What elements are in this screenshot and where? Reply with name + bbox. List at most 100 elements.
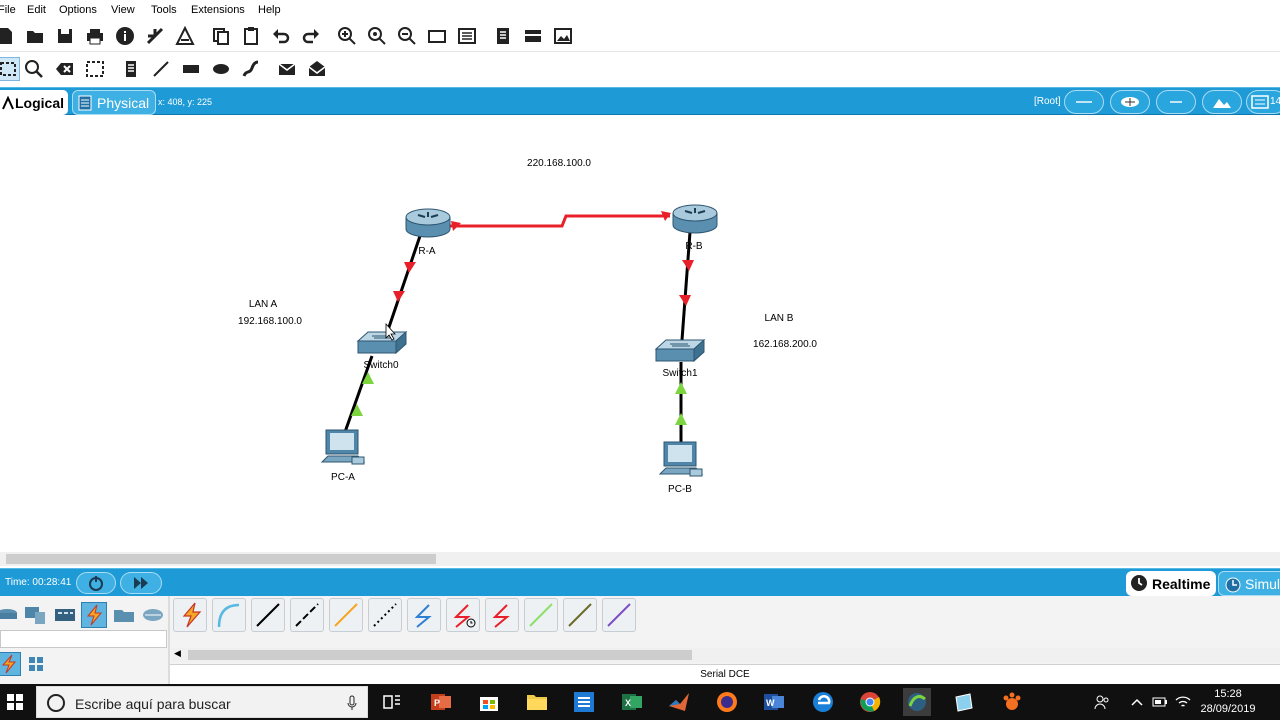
scroll-left-icon[interactable]: ◀ — [174, 648, 181, 659]
packet-tracer-icon[interactable] — [903, 688, 931, 716]
freeform-icon[interactable] — [239, 57, 263, 81]
zoom-reset-icon[interactable] — [365, 24, 389, 48]
notes-icon[interactable] — [491, 24, 515, 48]
custom-devices-icon[interactable] — [455, 24, 479, 48]
realtime-tab[interactable]: Realtime — [1126, 571, 1216, 596]
back-button[interactable] — [1064, 90, 1104, 114]
taskbar-search-input[interactable]: Escribe aquí para buscar — [36, 686, 368, 718]
miscellaneous-icon[interactable] — [111, 602, 137, 628]
menu-view[interactable]: View — [111, 4, 135, 16]
coaxial-cable-icon[interactable] — [407, 598, 441, 632]
palette-scrollbar-thumb[interactable] — [188, 650, 692, 660]
phone-cable-icon[interactable] — [368, 598, 402, 632]
powerpoint-icon[interactable]: P — [427, 688, 455, 716]
octal-cable-icon[interactable] — [524, 598, 558, 632]
connections-category-icon[interactable] — [81, 602, 107, 628]
menu-extensions[interactable]: Extensions — [191, 4, 245, 16]
fast-forward-button[interactable] — [120, 572, 162, 594]
resize-shape-icon[interactable] — [83, 57, 107, 81]
tab-physical[interactable]: Physical — [72, 90, 156, 115]
chrome-icon[interactable] — [856, 688, 884, 716]
new-file-icon[interactable] — [0, 24, 18, 48]
windows-app-icon[interactable] — [570, 688, 598, 716]
print-icon[interactable] — [83, 24, 107, 48]
redo-icon[interactable] — [299, 24, 323, 48]
taskbar-clock[interactable]: 15:28 28/09/2019 — [1196, 687, 1260, 717]
add-simple-pdu-icon[interactable] — [275, 57, 299, 81]
cluster-icon[interactable] — [1110, 90, 1150, 114]
draw-rectangle-icon[interactable] — [179, 57, 203, 81]
notepad-icon[interactable] — [950, 688, 978, 716]
copy-icon[interactable] — [209, 24, 233, 48]
word-icon[interactable]: W — [760, 688, 788, 716]
iot-custom-cable-icon[interactable] — [563, 598, 597, 632]
ipc-icon[interactable] — [521, 24, 545, 48]
zoom-out-icon[interactable] — [395, 24, 419, 48]
screenshot-icon[interactable] — [551, 24, 575, 48]
set-background-icon[interactable] — [1202, 90, 1242, 114]
tab-logical[interactable]: Logical — [0, 90, 68, 115]
automatic-connection-icon[interactable] — [173, 598, 207, 632]
undo-icon[interactable] — [269, 24, 293, 48]
logical-workspace[interactable]: 220.168.100.0 R-A R-B LAN A 192.168.100.… — [0, 116, 1280, 552]
battery-icon[interactable] — [1152, 694, 1168, 710]
paste-icon[interactable] — [239, 24, 263, 48]
delete-icon[interactable] — [53, 57, 77, 81]
task-view-icon[interactable] — [378, 688, 406, 716]
zoom-in-icon[interactable] — [335, 24, 359, 48]
multiuser-icon[interactable] — [140, 602, 166, 628]
root-breadcrumb[interactable]: [Root] — [1034, 96, 1061, 107]
tab-logical-label: Logical — [15, 94, 65, 111]
usb-cable-icon[interactable] — [602, 598, 636, 632]
copper-cross-over-icon[interactable] — [290, 598, 324, 632]
add-complex-pdu-icon[interactable] — [305, 57, 329, 81]
pc-a-label: PC-A — [331, 472, 355, 483]
palette-scrollbar[interactable]: ◀ — [172, 648, 1280, 662]
workspace-horizontal-scrollbar[interactable] — [0, 552, 1280, 566]
activity-wizard-icon[interactable] — [173, 24, 197, 48]
scrollbar-thumb[interactable] — [6, 554, 436, 564]
matlab-icon[interactable] — [665, 688, 693, 716]
connections-subcategory-icon[interactable] — [0, 652, 21, 676]
inspect-icon[interactable] — [22, 57, 46, 81]
store-icon[interactable] — [475, 688, 503, 716]
fiber-cable-icon[interactable] — [329, 598, 363, 632]
windows-start-icon[interactable] — [0, 684, 30, 720]
select-icon[interactable] — [0, 57, 20, 81]
open-folder-icon[interactable] — [23, 24, 47, 48]
people-icon[interactable] — [1094, 694, 1110, 710]
menu-file[interactable]: File — [0, 4, 16, 16]
draw-line-icon[interactable] — [149, 57, 173, 81]
file-explorer-icon[interactable] — [523, 688, 551, 716]
console-cable-icon[interactable] — [212, 598, 246, 632]
paw-app-icon[interactable] — [998, 688, 1026, 716]
svg-text:P: P — [434, 698, 440, 708]
menu-tools[interactable]: Tools — [151, 4, 177, 16]
drawing-palette-icon[interactable] — [425, 24, 449, 48]
components-icon[interactable] — [52, 602, 78, 628]
copper-straight-through-icon[interactable] — [251, 598, 285, 632]
network-info-icon[interactable] — [143, 24, 167, 48]
wifi-icon[interactable] — [1175, 694, 1191, 710]
end-devices-icon[interactable] — [22, 602, 48, 628]
chevron-up-icon[interactable] — [1129, 694, 1145, 710]
place-note-icon[interactable] — [119, 57, 143, 81]
menu-help[interactable]: Help — [258, 4, 281, 16]
serial-dte-cable-icon[interactable] — [485, 598, 519, 632]
grid-subcategory-icon[interactable] — [24, 652, 48, 676]
device-search-input[interactable] — [0, 630, 167, 648]
firefox-icon[interactable] — [713, 688, 741, 716]
serial-dce-cable-icon[interactable] — [446, 598, 480, 632]
save-icon[interactable] — [53, 24, 77, 48]
microphone-icon[interactable] — [347, 695, 357, 716]
menu-options[interactable]: Options — [59, 4, 97, 16]
move-object-icon[interactable] — [1156, 90, 1196, 114]
draw-ellipse-icon[interactable] — [209, 57, 233, 81]
simulation-tab[interactable]: Simul — [1218, 571, 1280, 596]
edge-icon[interactable] — [809, 688, 837, 716]
excel-icon[interactable]: X — [618, 688, 646, 716]
power-cycle-button[interactable] — [76, 572, 116, 594]
network-devices-icon[interactable] — [0, 602, 20, 628]
info-icon[interactable] — [113, 24, 137, 48]
menu-edit[interactable]: Edit — [27, 4, 46, 16]
